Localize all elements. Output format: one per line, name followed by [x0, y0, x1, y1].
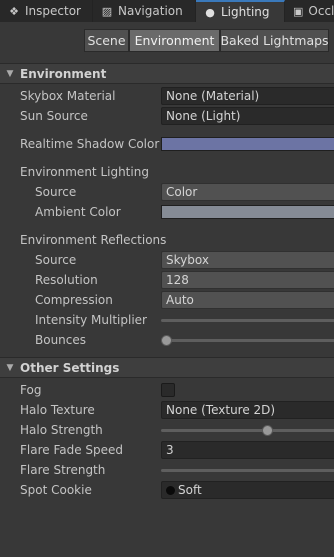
environment-lighting-label: Environment Lighting — [20, 165, 149, 179]
skybox-material-label: Skybox Material — [20, 89, 116, 103]
environment-reflections-label: Environment Reflections — [20, 233, 167, 247]
other-settings-header-label: Other Settings — [20, 360, 120, 375]
resolution-dropdown[interactable]: 128 — [161, 271, 334, 289]
tab-occlusion[interactable]: ▣ Occl — [285, 0, 334, 22]
fog-checkbox[interactable] — [161, 383, 175, 397]
flare-strength-slider[interactable] — [161, 469, 334, 472]
intensity-multiplier-slider[interactable] — [161, 319, 334, 322]
intensity-multiplier-label: Intensity Multiplier — [35, 313, 147, 327]
tab-navigation[interactable]: ▨ Navigation — [93, 0, 196, 22]
halo-texture-field[interactable]: None (Texture 2D) — [161, 401, 334, 419]
realtime-shadow-color-swatch[interactable] — [161, 137, 334, 151]
tab-inspector-label: Inspector — [25, 4, 81, 18]
lighting-source-dropdown[interactable]: Color — [161, 183, 334, 201]
sun-source-label: Sun Source — [20, 109, 88, 123]
spot-cookie-label: Spot Cookie — [20, 483, 92, 497]
halo-texture-label: Halo Texture — [20, 403, 95, 417]
realtime-shadow-color-label: Realtime Shadow Color — [20, 137, 160, 151]
halo-strength-label: Halo Strength — [20, 423, 103, 437]
ambient-color-label: Ambient Color — [35, 205, 121, 219]
environment-section-header[interactable]: ▼ Environment — [0, 63, 334, 84]
environment-button[interactable]: Environment — [129, 29, 220, 52]
environment-header-label: Environment — [20, 66, 107, 81]
foldout-arrow-icon: ▼ — [6, 68, 14, 79]
halo-strength-slider-handle[interactable] — [262, 425, 273, 436]
reflection-source-dropdown[interactable]: Skybox — [161, 251, 334, 269]
bounces-slider[interactable] — [161, 339, 334, 342]
info-icon: ❖ — [9, 4, 19, 18]
reflection-source-label: Source — [35, 253, 77, 267]
flare-fade-speed-field[interactable]: 3 — [161, 441, 334, 459]
flare-fade-speed-label: Flare Fade Speed — [20, 443, 124, 457]
foldout-arrow-icon: ▼ — [6, 362, 14, 373]
skybox-material-field[interactable]: None (Material) — [161, 87, 334, 105]
cookie-texture-icon — [166, 485, 175, 495]
scene-button[interactable]: Scene — [84, 29, 129, 52]
tab-navigation-label: Navigation — [118, 4, 183, 18]
occlusion-icon: ▣ — [293, 4, 304, 18]
window-tab-bar: ❖ Inspector ▨ Navigation ● Lighting ▣ Oc… — [0, 0, 334, 22]
lighting-source-label: Source — [35, 185, 77, 199]
other-settings-section-header[interactable]: ▼ Other Settings — [0, 357, 334, 378]
ambient-color-swatch[interactable] — [161, 205, 334, 219]
tab-lighting-label: Lighting — [221, 5, 270, 19]
flare-strength-label: Flare Strength — [20, 463, 106, 477]
spot-cookie-field[interactable]: Soft — [161, 481, 334, 499]
lightbulb-icon: ● — [205, 5, 215, 19]
tab-occlusion-label: Occl — [308, 4, 334, 18]
tab-inspector[interactable]: ❖ Inspector — [0, 0, 93, 22]
spot-cookie-value: Soft — [178, 483, 202, 497]
fog-label: Fog — [20, 383, 42, 397]
halo-strength-slider[interactable] — [161, 429, 334, 432]
navigation-icon: ▨ — [101, 4, 113, 18]
sun-source-field[interactable]: None (Light) — [161, 107, 334, 125]
bounces-label: Bounces — [35, 333, 87, 347]
lighting-mode-toolbar: Scene Environment Baked Lightmaps — [0, 29, 334, 52]
bounces-slider-handle[interactable] — [161, 335, 172, 346]
compression-dropdown[interactable]: Auto — [161, 291, 334, 309]
tab-lighting[interactable]: ● Lighting — [196, 0, 285, 22]
resolution-label: Resolution — [35, 273, 98, 287]
baked-lightmaps-button[interactable]: Baked Lightmaps — [220, 29, 329, 52]
compression-label: Compression — [35, 293, 113, 307]
